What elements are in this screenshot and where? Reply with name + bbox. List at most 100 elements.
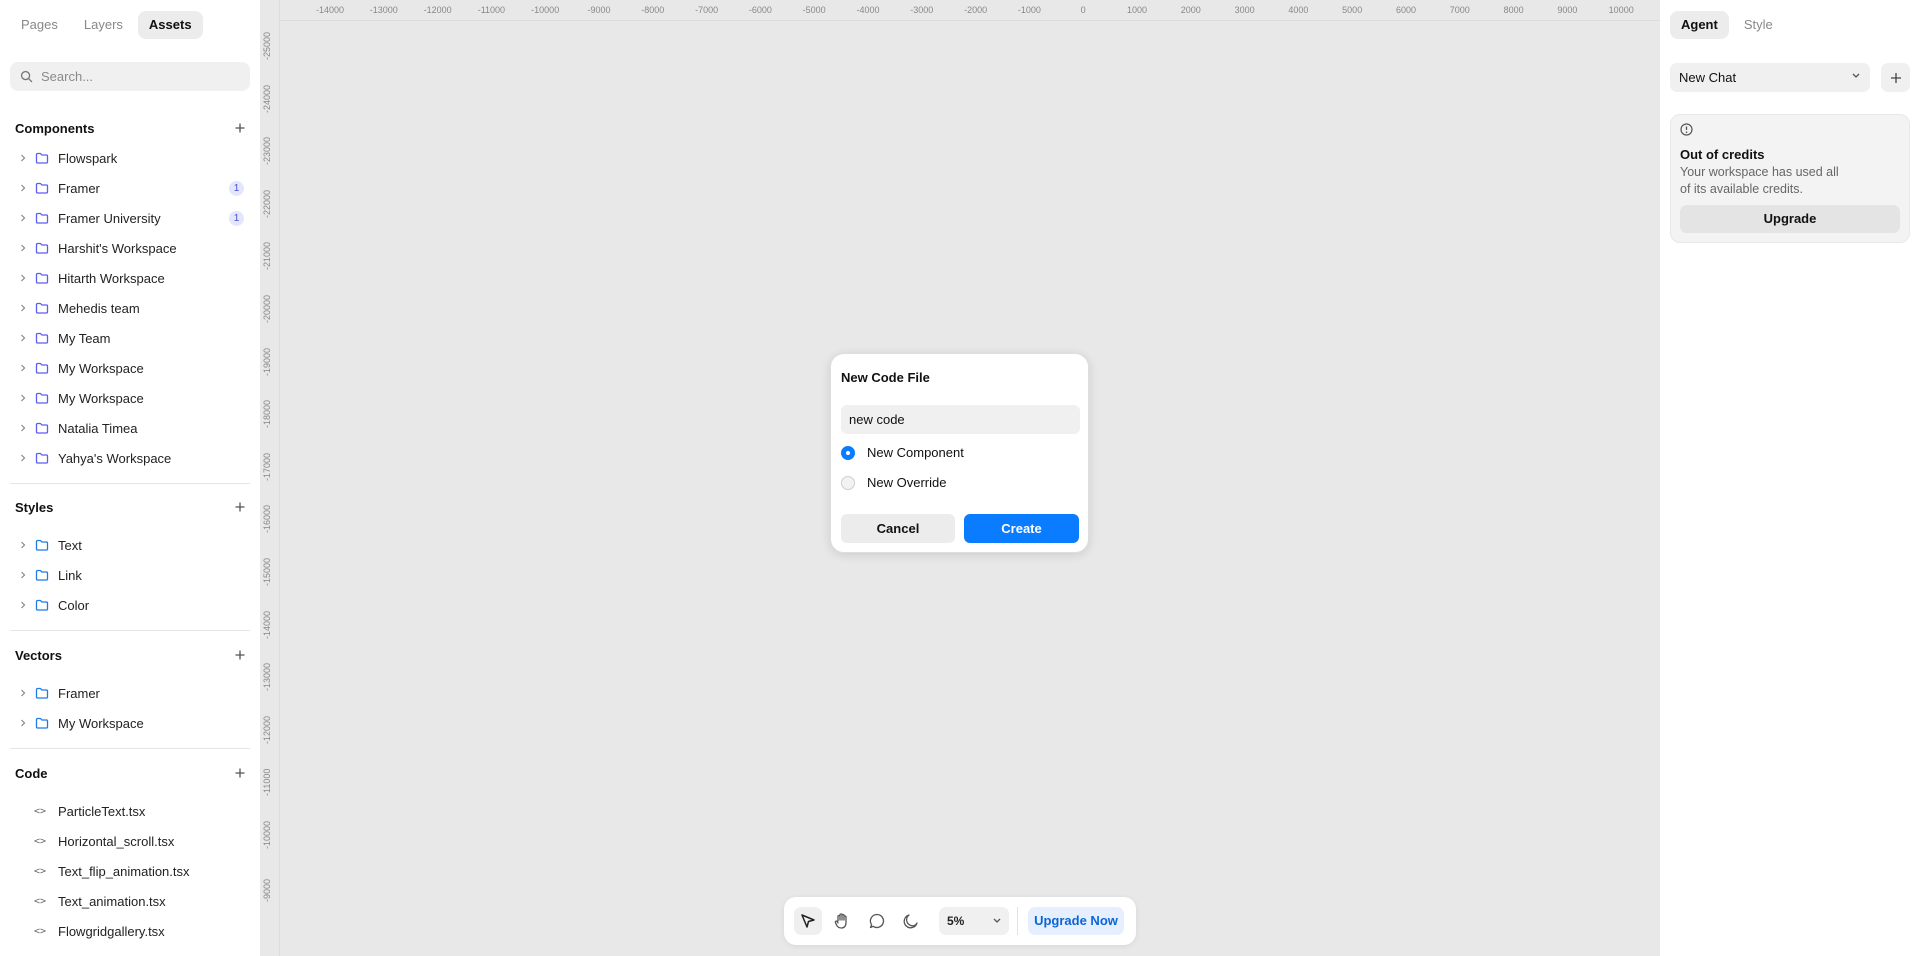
- chevron-right-icon[interactable]: [18, 242, 28, 254]
- folder-icon: [35, 151, 49, 165]
- components-title: Components: [15, 120, 95, 136]
- folder-label: Hitarth Workspace: [58, 270, 165, 286]
- vectors-section: Vectors Framer My Workspace: [0, 640, 260, 738]
- folder-label: Link: [58, 567, 82, 583]
- comment-icon[interactable]: [863, 907, 891, 935]
- ruler-x-label: 1000: [1126, 5, 1148, 15]
- add-code-icon[interactable]: [232, 765, 248, 781]
- ruler-y-label: -21000: [262, 242, 272, 271]
- tab-style[interactable]: Style: [1733, 11, 1784, 39]
- radio-selected[interactable]: [841, 445, 855, 460]
- code-file-item[interactable]: <> Horizontal_scroll.tsx: [0, 826, 260, 856]
- add-vector-icon[interactable]: [232, 647, 248, 663]
- folder-label: My Workspace: [58, 715, 144, 731]
- tab-pages[interactable]: Pages: [10, 11, 69, 39]
- component-folder-item[interactable]: My Workspace: [0, 383, 260, 413]
- ruler-x-label: 8000: [1503, 5, 1524, 15]
- option-label: New Override: [867, 475, 947, 490]
- styles-section: Styles Text Link Color: [0, 492, 260, 620]
- upgrade-button[interactable]: Upgrade: [1680, 205, 1900, 233]
- code-file-item[interactable]: <> Text_animation.tsx: [0, 886, 260, 916]
- ruler-x-label: -13000: [369, 5, 398, 15]
- tab-agent[interactable]: Agent: [1670, 11, 1729, 39]
- folder-label: Framer: [58, 180, 100, 196]
- folder-label: Text: [58, 537, 82, 553]
- cancel-button[interactable]: Cancel: [841, 514, 955, 543]
- chevron-right-icon[interactable]: [18, 599, 28, 611]
- component-folder-item[interactable]: Yahya's Workspace: [0, 443, 260, 473]
- right-tabs: Agent Style: [1660, 0, 1919, 39]
- add-chat-button[interactable]: [1881, 63, 1910, 92]
- ruler-y-label: -10000: [262, 820, 272, 849]
- chevron-right-icon[interactable]: [18, 422, 28, 434]
- chevron-right-icon[interactable]: [18, 182, 28, 194]
- chat-select[interactable]: New Chat: [1670, 63, 1870, 92]
- component-folder-item[interactable]: My Team: [0, 323, 260, 353]
- option-new-component[interactable]: New Component: [841, 445, 964, 460]
- chevron-right-icon[interactable]: [18, 332, 28, 344]
- component-folder-item[interactable]: Framer 1: [0, 173, 260, 203]
- create-button[interactable]: Create: [964, 514, 1079, 543]
- folder-icon: [35, 301, 49, 315]
- add-style-icon[interactable]: [232, 499, 248, 515]
- folder-icon: [35, 361, 49, 375]
- tab-layers[interactable]: Layers: [73, 11, 134, 39]
- code-file-icon: <>: [34, 866, 47, 877]
- code-file-item[interactable]: <> Text_flip_animation.tsx: [0, 856, 260, 886]
- component-folder-item[interactable]: Framer University 1: [0, 203, 260, 233]
- code-file-label: ParticleText.tsx: [58, 803, 146, 819]
- component-folder-item[interactable]: Hitarth Workspace: [0, 263, 260, 293]
- code-file-icon: <>: [34, 926, 47, 937]
- component-folder-item[interactable]: Mehedis team: [0, 293, 260, 323]
- components-header: Components: [0, 113, 260, 143]
- hand-icon[interactable]: [828, 907, 856, 935]
- chevron-right-icon[interactable]: [18, 452, 28, 464]
- chevron-right-icon[interactable]: [18, 152, 28, 164]
- folder-label: Mehedis team: [58, 300, 140, 316]
- ruler-x-label: 10000: [1608, 5, 1634, 15]
- component-folder-item[interactable]: My Workspace: [0, 353, 260, 383]
- code-section: Code <> ParticleText.tsx <> Horizontal_scro…: [0, 758, 260, 946]
- style-folder-item[interactable]: Color: [0, 590, 260, 620]
- file-name-input[interactable]: [841, 405, 1080, 434]
- add-component-icon[interactable]: [232, 120, 248, 136]
- component-folder-item[interactable]: Natalia Timea: [0, 413, 260, 443]
- folder-label: Harshit's Workspace: [58, 240, 177, 256]
- style-folder-item[interactable]: Link: [0, 560, 260, 590]
- vector-folder-item[interactable]: My Workspace: [0, 708, 260, 738]
- ruler-y-label: -15000: [262, 557, 272, 586]
- moon-icon[interactable]: [897, 907, 925, 935]
- folder-label: My Team: [58, 330, 111, 346]
- tab-assets[interactable]: Assets: [137, 11, 203, 39]
- folder-icon: [35, 271, 49, 285]
- upgrade-now-button[interactable]: Upgrade Now: [1028, 907, 1124, 935]
- divider: [10, 483, 250, 484]
- style-folder-item[interactable]: Text: [0, 530, 260, 560]
- code-file-item[interactable]: <> Flowgridgallery.tsx: [0, 916, 260, 946]
- chevron-right-icon[interactable]: [18, 687, 28, 699]
- chevron-right-icon[interactable]: [18, 717, 28, 729]
- chevron-right-icon[interactable]: [18, 302, 28, 314]
- option-new-override[interactable]: New Override: [841, 475, 946, 490]
- ruler-y-label: -16000: [262, 505, 272, 534]
- chevron-right-icon[interactable]: [18, 272, 28, 284]
- radio-unselected[interactable]: [841, 475, 855, 490]
- search-input[interactable]: [41, 69, 231, 84]
- chevron-right-icon[interactable]: [18, 392, 28, 404]
- chevron-right-icon[interactable]: [18, 569, 28, 581]
- component-folder-item[interactable]: Flowspark: [0, 143, 260, 173]
- chevron-down-icon: [993, 918, 1001, 923]
- cursor-icon[interactable]: [794, 907, 822, 935]
- ruler-x-label: 4000: [1288, 5, 1309, 15]
- code-file-item[interactable]: <> ParticleText.tsx: [0, 796, 260, 826]
- chevron-right-icon[interactable]: [18, 212, 28, 224]
- code-list: <> ParticleText.tsx <> Horizontal_scroll.ts…: [0, 796, 260, 946]
- component-folder-item[interactable]: Harshit's Workspace: [0, 233, 260, 263]
- chevron-right-icon[interactable]: [18, 539, 28, 551]
- credits-description: Your workspace has used all of its avail…: [1680, 165, 1839, 196]
- vector-folder-item[interactable]: Framer: [0, 678, 260, 708]
- chevron-right-icon[interactable]: [18, 362, 28, 374]
- toolbar-divider: [1017, 907, 1018, 935]
- zoom-select[interactable]: 5%: [939, 907, 1009, 935]
- styles-title: Styles: [15, 499, 54, 515]
